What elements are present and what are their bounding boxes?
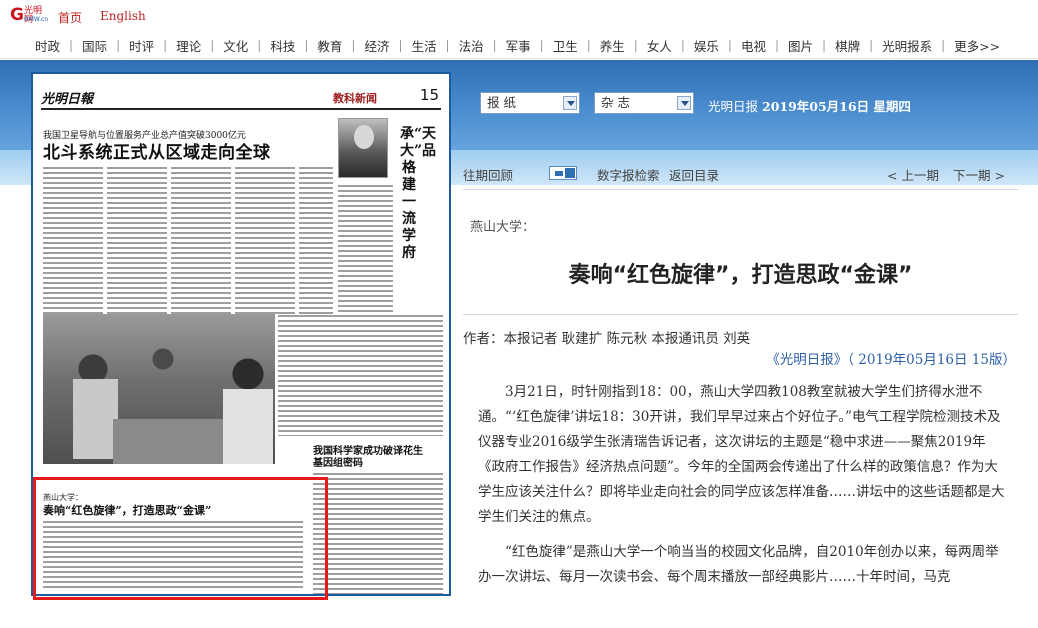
newspaper-masthead-logo: 光明日報 xyxy=(41,92,94,107)
photo-table xyxy=(113,419,223,464)
nav-item[interactable]: 科技 | xyxy=(261,36,308,55)
channel-nav: 时政 | 国际 | 时评 | 理论 | 文化 | 科技 | 教育 | 经济 | 生活 | 法治 | 军事 | 卫生 | 养生 | 女… xyxy=(0,31,1038,59)
magazine-select[interactable]: 杂 志 xyxy=(594,92,694,114)
page-number: 15 xyxy=(419,86,439,104)
nav-item[interactable]: 养生 | xyxy=(591,36,638,55)
nav-item[interactable]: 棋牌 | xyxy=(826,36,873,55)
nav-item-label[interactable]: 时政 xyxy=(26,36,69,55)
nav-item[interactable]: 光明报系 | xyxy=(873,36,945,55)
nav-item[interactable]: 女人 | xyxy=(638,36,685,55)
portrait-photo[interactable] xyxy=(338,118,388,178)
nav-item-label[interactable]: 卫生 xyxy=(544,36,587,55)
nav-item[interactable]: 文化 | xyxy=(214,36,261,55)
nav-item-label[interactable]: 国际 xyxy=(73,36,116,55)
article-paragraph-2: “红色旋律”是燕山大学一个响当当的校园文化品牌，自2010年创办以来，每两周举办… xyxy=(478,544,999,585)
nav-item-label[interactable]: 理论 xyxy=(167,36,210,55)
logo-gmw-mark: GMW.cn xyxy=(24,16,49,23)
newspaper-select-value: 报 纸 xyxy=(487,95,516,110)
article-author: 作者：本报记者 耿建扩 陈元秋 本报通讯员 刘英 xyxy=(463,331,751,347)
top-bar: G 光明网 GMW.cn 首页 English xyxy=(0,0,1038,30)
article-body: 3月21日，时针刚指到18：00，燕山大学四教108教室就被大学生们挤得水泄不通… xyxy=(478,380,1008,600)
nav-item-label[interactable]: 文化 xyxy=(214,36,257,55)
nav-item[interactable]: 教育 | xyxy=(308,36,355,55)
nav-item[interactable]: 卫生 | xyxy=(544,36,591,55)
issue-date-value: 2019年05月16日 星期四 xyxy=(762,99,911,114)
nav-item-label[interactable]: 经济 xyxy=(355,36,398,55)
return-toc-link[interactable]: 返回目录 xyxy=(669,165,719,184)
nav-item[interactable]: 更多>> xyxy=(945,36,1009,55)
nav-item[interactable]: 法治 | xyxy=(450,36,497,55)
masthead-rule xyxy=(41,108,441,110)
nav-item[interactable]: 娱乐 | xyxy=(685,36,732,55)
prev-issue-link[interactable]: < 上一期 xyxy=(887,165,939,184)
english-link[interactable]: English xyxy=(100,9,146,23)
channel-nav-list: 时政 | 国际 | 时评 | 理论 | 文化 | 科技 | 教育 | 经济 | 生活 | 法治 | 军事 | 卫生 | 养生 | 女… xyxy=(0,31,1038,59)
nav-item[interactable]: 军事 | xyxy=(497,36,544,55)
story1-text-col4 xyxy=(235,166,295,314)
calendar-icon xyxy=(555,171,563,176)
magazine-select-value: 杂 志 xyxy=(601,95,630,110)
nav-item-label[interactable]: 更多>> xyxy=(945,36,1009,55)
back-issue-link[interactable]: 往期回顾 xyxy=(463,165,513,184)
selected-article-highlight[interactable] xyxy=(33,477,328,600)
nav-item-label[interactable]: 法治 xyxy=(450,36,493,55)
nav-item[interactable]: 生活 | xyxy=(403,36,450,55)
logo-g-mark: G xyxy=(10,5,24,25)
story1-text-col2 xyxy=(107,166,167,314)
article-title: 奏响“红色旋律”，打造思政“金课” xyxy=(568,263,913,288)
nav-item[interactable]: 经济 | xyxy=(355,36,402,55)
calendar-picker-icon[interactable] xyxy=(549,166,577,180)
issue-date: 光明日报 2019年05月16日 星期四 xyxy=(708,96,911,115)
article-kicker: 燕山大学： xyxy=(470,220,536,235)
home-link[interactable]: 首页 xyxy=(58,9,82,26)
toolbar-divider xyxy=(463,189,1018,190)
nav-item[interactable]: 时评 | xyxy=(120,36,167,55)
nav-item-label[interactable]: 军事 xyxy=(497,36,540,55)
story1-title[interactable]: 北斗系统正式从区域走向全球 xyxy=(43,138,271,163)
next-issue-link[interactable]: 下一期 > xyxy=(953,165,1005,184)
nav-item[interactable]: 图片 | xyxy=(779,36,826,55)
nav-item-label[interactable]: 娱乐 xyxy=(685,36,728,55)
guangming-logo[interactable]: G 光明网 GMW.cn xyxy=(10,5,49,25)
story2-title[interactable]: 我国科学家成功破译花生基因组密码 xyxy=(313,446,423,470)
photo-figure-left xyxy=(73,379,118,459)
nav-item-label[interactable]: 教育 xyxy=(308,36,351,55)
article-paragraph-1: 3月21日，时针刚指到18：00，燕山大学四教108教室就被大学生们挤得水泄不通… xyxy=(478,384,1005,525)
nav-item-label[interactable]: 女人 xyxy=(638,36,681,55)
page-section-tag: 教科新闻 xyxy=(333,92,377,105)
story1-text-col1 xyxy=(43,166,103,314)
nav-item[interactable]: 国际 | xyxy=(73,36,120,55)
story1-text-col5 xyxy=(299,166,333,314)
story1-text-col3 xyxy=(171,166,231,314)
right-story-text xyxy=(278,314,443,436)
students-photo[interactable] xyxy=(43,314,275,464)
article-source[interactable]: 《光明日报》（ 2019年05月16日 15版） xyxy=(766,348,1016,368)
nav-item[interactable]: 理论 | xyxy=(167,36,214,55)
nav-item-label[interactable]: 图片 xyxy=(779,36,822,55)
nav-item-label[interactable]: 棋牌 xyxy=(826,36,869,55)
vertical-story-text xyxy=(338,184,393,314)
dropdown-arrow-icon xyxy=(565,168,575,178)
nav-item[interactable]: 电视 | xyxy=(732,36,779,55)
nav-item-label[interactable]: 科技 xyxy=(261,36,304,55)
nav-item-label[interactable]: 生活 xyxy=(403,36,446,55)
issue-date-prefix: 光明日报 xyxy=(708,99,759,114)
search-link[interactable]: 数字报检索 xyxy=(597,165,660,184)
chevron-down-icon[interactable] xyxy=(563,96,577,110)
nav-item-label[interactable]: 光明报系 xyxy=(873,36,941,55)
nav-item-label[interactable]: 养生 xyxy=(591,36,634,55)
issue-toolbar: 往期回顾 数字报检索 返回目录 < 上一期 下一期 > xyxy=(463,163,1018,183)
photo-figure-right xyxy=(223,389,273,464)
newspaper-select[interactable]: 报 纸 xyxy=(480,92,580,114)
chevron-down-icon[interactable] xyxy=(677,96,691,110)
vertical-story-title[interactable]: 承“天大”品格 建一流学府 xyxy=(400,126,436,262)
nav-item[interactable]: 时政 | xyxy=(26,36,73,55)
nav-item-label[interactable]: 电视 xyxy=(732,36,775,55)
nav-item-label[interactable]: 时评 xyxy=(120,36,163,55)
story2-text xyxy=(313,472,443,594)
title-divider xyxy=(463,314,1018,315)
portrait-face xyxy=(354,125,374,149)
